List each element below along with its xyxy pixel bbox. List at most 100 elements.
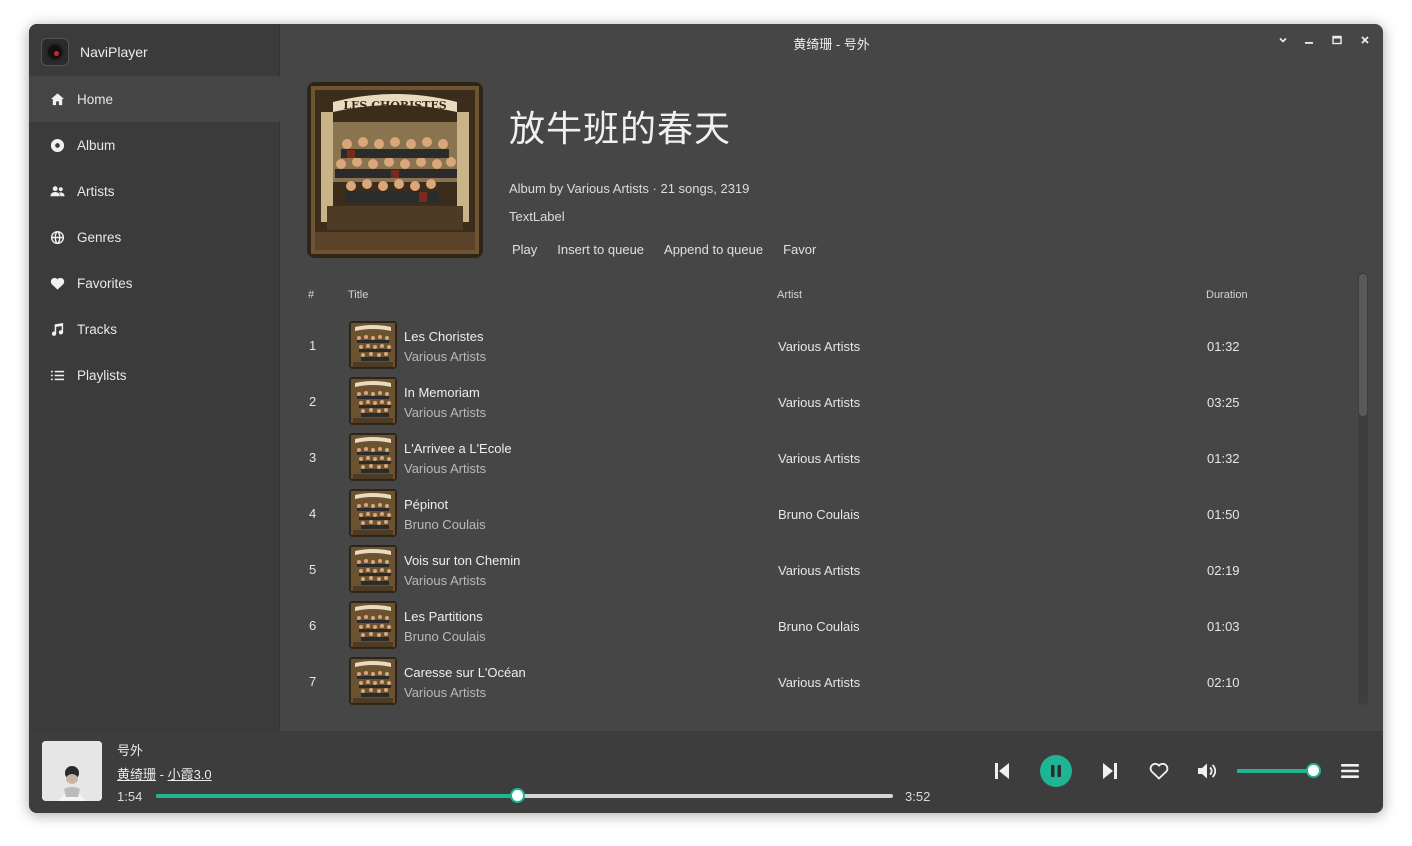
globe-icon [49,229,65,245]
favorite-track-button[interactable] [1147,759,1171,783]
track-row[interactable]: 1 Les Choristes Various Artists Various Art… [307,318,1347,374]
sidebar-item-label: Playlists [77,367,127,383]
track-list-scrollbar[interactable] [1358,272,1368,705]
sidebar-item-genres[interactable]: Genres [29,214,280,260]
track-artist: Bruno Coulais [778,619,860,634]
window-title: 黄绮珊 - 号外 [793,37,870,52]
track-row[interactable]: 3 L'Arrivee a L'Ecole Various Artists Vario… [307,430,1347,486]
now-playing-cover[interactable] [42,741,102,801]
track-row[interactable]: 6 Les Partitions Bruno Coulais Bruno Coulai… [307,598,1347,654]
total-time: 3:52 [905,789,931,804]
svg-text:LES CHORISTES: LES CHORISTES [343,99,446,112]
track-duration: 02:10 [1207,675,1240,690]
track-subtitle: Various Artists [404,461,487,476]
column-header-number[interactable]: # [308,289,314,301]
album-cover: LES CHORISTES [307,82,483,258]
hamburger-menu-icon [1341,764,1359,778]
now-playing-title: 号外 [117,743,144,758]
queue-menu-button[interactable] [1339,759,1361,783]
track-table-header: # Title Artist Duration [307,289,1347,305]
track-row[interactable]: 7 Caresse sur L'Océan Various Artists Vario… [307,654,1347,710]
maximize-icon [1332,35,1342,45]
sidebar-item-label: Genres [77,229,122,245]
volume-fill [1237,769,1314,773]
track-duration: 03:25 [1207,395,1240,410]
track-duration: 01:32 [1207,339,1240,354]
track-subtitle: Various Artists [404,573,487,588]
sidebar-item-label: Tracks [77,321,117,337]
volume-slider[interactable] [1237,763,1322,778]
column-header-title[interactable]: Title [348,289,368,301]
track-number: 1 [309,338,317,353]
insert-to-queue-button[interactable]: Insert to queue [547,238,654,260]
track-duration: 01:03 [1207,619,1240,634]
play-album-button[interactable]: Play [502,238,547,260]
play-pause-button[interactable] [1040,755,1072,787]
track-subtitle: Various Artists [404,349,487,364]
track-cover-thumbnail [349,377,397,425]
previous-track-button[interactable] [991,759,1013,783]
track-cover-thumbnail [349,657,397,705]
column-header-artist[interactable]: Artist [777,289,802,301]
sidebar-item-favorites[interactable]: Favorites [29,260,280,306]
track-row[interactable]: 2 In Memoriam Various Artists Various Artis… [307,374,1347,430]
sidebar-item-label: Favorites [77,275,133,291]
favor-button[interactable]: Favor [773,238,826,260]
track-cover-thumbnail [349,545,397,593]
volume-button[interactable] [1196,759,1220,783]
track-row[interactable]: 4 Pépinot Bruno Coulais Bruno Coulais 01:50 [307,486,1347,542]
maximize-button[interactable] [1325,30,1349,50]
track-title: Pépinot [404,497,449,512]
player-bar: 号外 黄绮珊 - 小霞3.0 1:54 3:52 [29,731,1383,813]
track-subtitle: Bruno Coulais [404,629,486,644]
skip-next-icon [1103,763,1117,779]
close-button[interactable] [1353,30,1377,50]
volume-icon [1198,763,1217,779]
track-row[interactable]: 5 Vois sur ton Chemin Various Artists Vario… [307,542,1347,598]
sidebar-item-tracks[interactable]: Tracks [29,306,280,352]
current-time: 1:54 [117,789,143,804]
volume-handle[interactable] [1306,763,1322,778]
sidebar-item-home[interactable]: Home [29,76,280,122]
sidebar-item-playlists[interactable]: Playlists [29,352,280,398]
track-duration: 01:32 [1207,451,1240,466]
track-number: 7 [309,674,317,689]
window-menu-button[interactable] [1271,30,1295,50]
track-artist: Bruno Coulais [778,507,860,522]
artists-icon [49,183,65,199]
sidebar-item-artists[interactable]: Artists [29,168,280,214]
track-number: 2 [309,394,317,409]
track-number: 3 [309,450,317,465]
sidebar-item-album[interactable]: Album [29,122,280,168]
progress-handle[interactable] [510,788,526,803]
next-track-button[interactable] [1099,759,1121,783]
sidebar-item-label: Artists [77,183,115,199]
skip-previous-icon [995,763,1009,779]
close-icon [1361,36,1369,44]
minimize-icon [1305,42,1313,44]
append-to-queue-button[interactable]: Append to queue [654,238,773,260]
track-artist: Various Artists [778,451,861,466]
scrollbar-thumb[interactable] [1359,274,1367,416]
progress-slider[interactable] [156,788,893,803]
track-cover-thumbnail [349,321,397,369]
app-logo-icon [41,38,69,66]
album-meta: Album by Various Artists · 21 songs, 231… [509,181,750,196]
title-bar: 黄绮珊 - 号外 [280,24,1383,60]
pause-icon [1051,765,1061,777]
track-title: In Memoriam [404,385,480,400]
heart-outline-icon [1149,762,1169,780]
column-header-duration[interactable]: Duration [1206,289,1248,301]
minimize-button[interactable] [1297,30,1321,50]
track-title: Vois sur ton Chemin [404,553,521,568]
album-title: 放牛班的春天 [509,109,732,150]
track-number: 5 [309,562,317,577]
sidebar-item-label: Album [77,137,116,153]
sidebar: NaviPlayer Home Album Artists Genres Fav… [29,24,280,731]
sidebar-nav: Home Album Artists Genres Favorites Trac… [29,76,280,398]
track-artist: Various Artists [778,395,861,410]
chevron-down-icon [1279,37,1287,43]
now-playing-album-link[interactable]: 小霞3.0 [168,767,212,782]
now-playing-artist-link[interactable]: 黄绮珊 [117,767,156,782]
track-duration: 02:19 [1207,563,1240,578]
